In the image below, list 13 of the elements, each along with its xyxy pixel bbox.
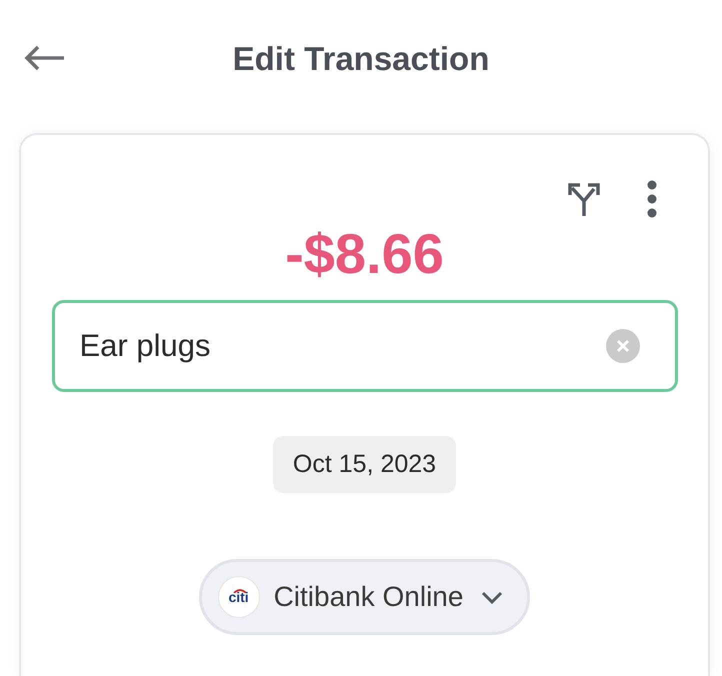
description-field[interactable]: Ear plugs: [52, 300, 678, 392]
chevron-down-icon: [481, 590, 504, 604]
page-title: Edit Transaction: [232, 40, 490, 78]
split-icon: [566, 181, 602, 217]
date-chip[interactable]: Oct 15, 2023: [272, 436, 456, 493]
account-selector[interactable]: citi Citibank Online: [198, 559, 530, 635]
close-icon: [616, 339, 630, 353]
more-icon: [646, 180, 658, 218]
back-arrow-icon: [24, 45, 66, 71]
amount-text: -$8.66: [285, 221, 444, 287]
bank-logo: citi: [218, 576, 260, 618]
split-button[interactable]: [566, 181, 602, 217]
more-button[interactable]: [646, 180, 658, 218]
